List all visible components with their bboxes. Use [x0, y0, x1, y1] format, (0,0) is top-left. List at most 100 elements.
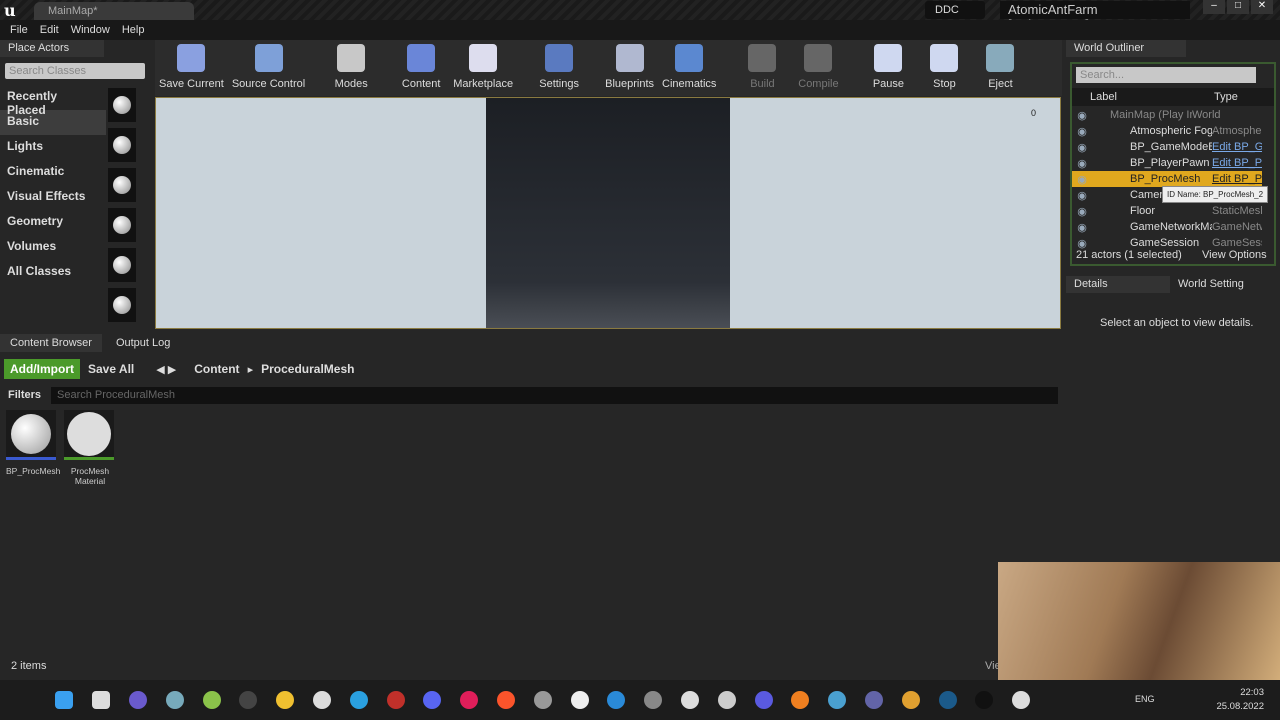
taskbar-app-icon[interactable]	[1003, 689, 1040, 711]
add-import-button[interactable]: Add/Import	[4, 359, 80, 379]
outliner-row[interactable]: ◉ BP_ProcMesh Edit BP_P	[1072, 171, 1262, 187]
ddc-button[interactable]: DDC	[925, 1, 985, 19]
taskbar-app-icon[interactable]	[340, 689, 377, 711]
close-icon[interactable]: ✕	[1251, 0, 1273, 14]
taskbar-app-icon[interactable]	[83, 689, 120, 711]
toolbar-build-button[interactable]: Build	[734, 40, 790, 96]
actor-type[interactable]: Edit BP_P	[1212, 157, 1262, 169]
category-recently-placed[interactable]: Recently Placed	[0, 85, 106, 117]
outliner-row[interactable]: ◉ GameNetworkMar GameNetw	[1072, 219, 1262, 235]
toolbar-content-button[interactable]: Content	[393, 40, 449, 96]
taskbar-app-icon[interactable]	[156, 689, 193, 711]
visibility-eye-icon[interactable]: ◉	[1072, 157, 1092, 170]
taskbar-app-icon[interactable]	[635, 689, 672, 711]
taskbar-app-icon[interactable]	[672, 689, 709, 711]
taskbar-app-icon[interactable]	[488, 689, 525, 711]
menu-help[interactable]: Help	[116, 20, 151, 40]
actor-thumbnail[interactable]	[108, 88, 136, 122]
menu-edit[interactable]: Edit	[34, 20, 65, 40]
taskbar-app-icon[interactable]	[856, 689, 893, 711]
actor-thumbnail[interactable]	[108, 128, 136, 162]
level-tab[interactable]: MainMap*	[34, 2, 194, 20]
toolbar-save-current-button[interactable]: Save Current	[155, 40, 228, 96]
taskbar-app-icon[interactable]	[929, 689, 966, 711]
menu-file[interactable]: File	[4, 20, 34, 40]
visibility-eye-icon[interactable]: ◉	[1072, 189, 1092, 202]
search-classes-input[interactable]: Search Classes	[5, 63, 145, 79]
outliner-row[interactable]: ◉ Floor StaticMesh	[1072, 203, 1262, 219]
visibility-eye-icon[interactable]: ◉	[1072, 221, 1092, 234]
path-proceduralmesh[interactable]: ProceduralMesh	[261, 362, 354, 376]
category-lights[interactable]: Lights	[0, 135, 106, 160]
category-all-classes[interactable]: All Classes	[0, 260, 106, 285]
toolbar-eject-button[interactable]: Eject	[972, 40, 1028, 96]
taskbar-app-icon[interactable]	[414, 689, 451, 711]
category-basic[interactable]: Basic	[0, 110, 106, 135]
toolbar-source-control-button[interactable]: Source Control	[228, 40, 309, 96]
outliner-row[interactable]: ◉ BP_PlayerPawn Edit BP_P	[1072, 155, 1262, 171]
world-outliner-tab[interactable]: World Outliner	[1066, 40, 1186, 57]
taskbar-app-icon[interactable]	[267, 689, 304, 711]
content-browser-tab[interactable]: Content Browser	[0, 334, 102, 352]
visibility-eye-icon[interactable]: ◉	[1072, 173, 1092, 186]
taskbar-app-icon[interactable]	[745, 689, 782, 711]
category-cinematic[interactable]: Cinematic	[0, 160, 106, 185]
taskbar-app-icon[interactable]	[46, 689, 83, 711]
taskbar-app-icon[interactable]	[708, 689, 745, 711]
back-icon[interactable]: ◀ ▶	[156, 363, 176, 376]
actor-thumbnail[interactable]	[108, 288, 136, 322]
taskbar-app-icon[interactable]	[819, 689, 856, 711]
taskbar-app-icon[interactable]	[120, 689, 157, 711]
taskbar-app-icon[interactable]	[966, 689, 1003, 711]
maximize-icon[interactable]: □	[1227, 0, 1249, 14]
toolbar-stop-button[interactable]: Stop	[916, 40, 972, 96]
actor-thumbnail[interactable]	[108, 168, 136, 202]
taskbar-app-icon[interactable]	[230, 689, 267, 711]
category-visual-effects[interactable]: Visual Effects	[0, 185, 106, 210]
content-search-input[interactable]: Search ProceduralMesh	[51, 387, 1058, 404]
minimize-icon[interactable]: –	[1203, 0, 1225, 14]
asset-procmesh-material[interactable]: ProcMesh Material	[64, 410, 116, 486]
language-indicator[interactable]: ENG	[1135, 694, 1155, 704]
outliner-row[interactable]: ◉ BP_GameModeBaEdit BP_G	[1072, 139, 1262, 155]
menu-window[interactable]: Window	[65, 20, 116, 40]
actor-type[interactable]: Edit BP_G	[1212, 141, 1262, 153]
asset-bp-procmesh[interactable]: BP_ProcMesh	[6, 410, 60, 486]
outliner-row[interactable]: ◉ MainMap (Play In EdWorld	[1072, 107, 1262, 123]
outliner-view-options[interactable]: View Options	[1202, 249, 1267, 261]
actor-thumbnail[interactable]	[108, 208, 136, 242]
category-geometry[interactable]: Geometry	[0, 210, 106, 235]
taskbar-app-icon[interactable]	[598, 689, 635, 711]
world-settings-tab[interactable]: World Setting	[1170, 276, 1274, 293]
toolbar-settings-button[interactable]: Settings	[531, 40, 587, 96]
toolbar-compile-button[interactable]: Compile	[790, 40, 846, 96]
column-type[interactable]: Type	[1214, 91, 1238, 103]
taskbar-app-icon[interactable]	[304, 689, 341, 711]
taskbar-app-icon[interactable]	[892, 689, 929, 711]
path-content[interactable]: Content	[194, 362, 239, 376]
filters-button[interactable]: Filters	[4, 387, 45, 404]
actor-thumbnail[interactable]	[108, 248, 136, 282]
outliner-search-input[interactable]: Search...	[1076, 67, 1256, 83]
toolbar-cinematics-button[interactable]: Cinematics	[658, 40, 720, 96]
details-tab[interactable]: Details	[1066, 276, 1170, 293]
visibility-eye-icon[interactable]: ◉	[1072, 205, 1092, 218]
level-viewport[interactable]: 0	[155, 97, 1061, 329]
category-volumes[interactable]: Volumes	[0, 235, 106, 260]
visibility-eye-icon[interactable]: ◉	[1072, 237, 1092, 250]
toolbar-marketplace-button[interactable]: Marketplace	[449, 40, 517, 96]
column-label[interactable]: Label	[1090, 91, 1117, 103]
toolbar-blueprints-button[interactable]: Blueprints	[601, 40, 658, 96]
taskbar-app-icon[interactable]	[193, 689, 230, 711]
taskbar-app-icon[interactable]	[377, 689, 414, 711]
toolbar-modes-button[interactable]: Modes	[323, 40, 379, 96]
taskbar-app-icon[interactable]	[451, 689, 488, 711]
visibility-eye-icon[interactable]: ◉	[1072, 109, 1092, 122]
save-all-button[interactable]: Save All	[88, 362, 134, 376]
visibility-eye-icon[interactable]: ◉	[1072, 125, 1092, 138]
taskbar-app-icon[interactable]	[561, 689, 598, 711]
output-log-tab[interactable]: Output Log	[105, 334, 181, 352]
outliner-row[interactable]: ◉ Atmospheric Fog Atmospher	[1072, 123, 1262, 139]
taskbar-app-icon[interactable]	[782, 689, 819, 711]
visibility-eye-icon[interactable]: ◉	[1072, 141, 1092, 154]
